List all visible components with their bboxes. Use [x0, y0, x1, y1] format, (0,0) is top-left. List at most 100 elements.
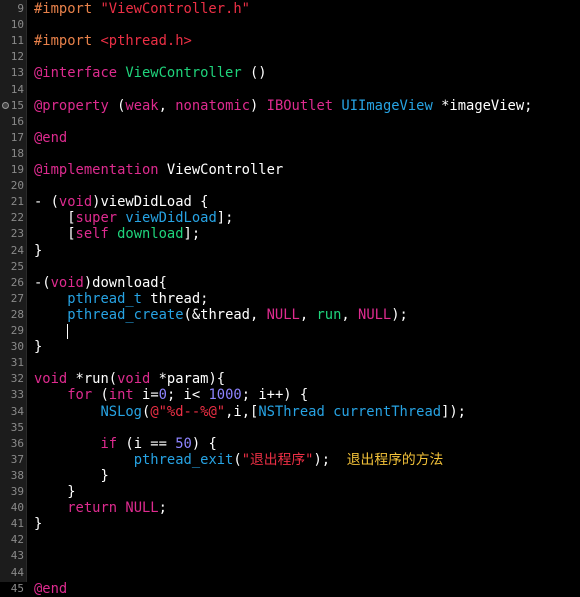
line-number: 11: [10, 34, 24, 48]
code-line[interactable]: 10: [0, 17, 580, 33]
code-line[interactable]: 45 @end: [0, 581, 580, 597]
code-line[interactable]: 21 - (void)viewDidLoad {: [0, 194, 580, 210]
code-line[interactable]: 40 return NULL;: [0, 500, 580, 516]
code-token: void: [117, 371, 151, 388]
code-line[interactable]: 9 #import "ViewController.h": [0, 1, 580, 17]
code-token: i=: [133, 387, 159, 404]
line-number: 34: [10, 404, 24, 418]
code-line[interactable]: 34 NSLog(@"%d--%@",i,[NSThread currentTh…: [0, 404, 580, 420]
code-token: NSLog: [100, 403, 142, 420]
code-line[interactable]: 42: [0, 532, 580, 548]
code-line[interactable]: 26 -(void)download{: [0, 275, 580, 291]
line-number: 42: [10, 533, 24, 547]
annotation-text: 退出程序的方法: [346, 451, 444, 468]
line-number: 29: [10, 324, 24, 337]
code-line[interactable]: 36 if (i == 50) {: [0, 436, 580, 452]
code-token: }: [34, 339, 43, 356]
code-line[interactable]: 28 pthread_create(&thread, NULL, run, NU…: [0, 307, 580, 323]
line-number: 10: [10, 18, 24, 32]
code-token: (&thread,: [183, 306, 267, 323]
code-token: int: [108, 387, 134, 404]
code-line[interactable]: 22 [super viewDidLoad];: [0, 210, 580, 226]
code-token: currentThread: [333, 403, 442, 420]
code-line[interactable]: 23 [self download];: [0, 226, 580, 242]
code-line[interactable]: 24}: [0, 243, 580, 259]
code-line[interactable]: 38 }: [0, 468, 580, 484]
line-number: 33: [10, 388, 24, 402]
code-line[interactable]: 33 for (int i=0; i< 1000; i++) {: [0, 387, 580, 403]
code-line[interactable]: 14: [0, 82, 580, 98]
code-text: [34, 323, 69, 339]
code-line[interactable]: 39 }: [0, 484, 580, 500]
code-token: )download{: [83, 274, 167, 291]
code-text: NSLog(@"%d--%@",i,[NSThread currentThrea…: [34, 404, 466, 420]
code-text: }: [34, 484, 75, 500]
code-token: ];: [216, 210, 234, 227]
code-line[interactable]: 12: [0, 49, 580, 65]
code-token: ViewController: [158, 162, 284, 178]
code-line[interactable]: 43: [0, 548, 580, 564]
code-token: pthread_t: [67, 290, 142, 307]
code-token: ; i++) {: [241, 387, 309, 404]
code-line[interactable]: 16: [0, 114, 580, 130]
line-number: 31: [10, 356, 24, 370]
line-number: 17: [10, 130, 24, 144]
code-text: }: [34, 516, 42, 532]
code-line[interactable]: 35: [0, 420, 580, 436]
code-line[interactable]: 31: [0, 355, 580, 371]
code-token: [: [34, 210, 76, 227]
code-line[interactable]: 19 @implementation ViewController: [0, 162, 580, 178]
code-text: pthread_exit("退出程序"); 退出程序的方法: [34, 451, 444, 468]
code-line[interactable]: 11 #import <pthread.h>: [0, 33, 580, 49]
code-token: (): [241, 65, 267, 82]
code-token: *run(: [67, 371, 118, 388]
code-line[interactable]: 17 @end: [0, 130, 580, 146]
code-token: ): [250, 97, 267, 114]
line-number: 43: [10, 549, 24, 563]
code-token: (: [108, 97, 126, 114]
code-line[interactable]: 29: [0, 323, 580, 339]
code-line[interactable]: 25: [0, 259, 580, 275]
code-text: [self download];: [34, 226, 200, 242]
line-number: 41: [10, 517, 24, 531]
breakpoint-indicator-icon[interactable]: [2, 101, 9, 109]
line-number: 39: [10, 485, 24, 498]
code-line[interactable]: 13 @interface ViewController (): [0, 65, 580, 81]
code-text: if (i == 50) {: [34, 435, 217, 452]
code-text: }: [34, 339, 42, 355]
code-token: ) {: [191, 435, 217, 452]
code-token: return: [67, 500, 118, 517]
code-line[interactable]: 44: [0, 565, 580, 581]
code-editor[interactable]: 9 #import "ViewController.h" 10 11 #import <…: [0, 0, 580, 597]
code-token: self: [75, 226, 109, 243]
line-number: 24: [10, 243, 24, 257]
code-token: ,: [158, 97, 176, 114]
code-token: );: [391, 306, 408, 323]
code-token: pthread_create: [67, 306, 184, 323]
code-token: thread;: [142, 290, 209, 307]
code-token: @property: [34, 97, 109, 114]
code-line[interactable]: 15 @property (weak, nonatomic) IBOutlet U…: [0, 98, 580, 114]
line-number: 9: [17, 2, 24, 15]
code-line[interactable]: 37 pthread_exit("退出程序"); 退出程序的方法: [0, 452, 580, 468]
code-token: if: [100, 435, 118, 452]
code-line[interactable]: 27 pthread_t thread;: [0, 291, 580, 307]
line-number: 23: [10, 227, 24, 241]
line-number: 44: [10, 565, 24, 579]
code-line[interactable]: 30}: [0, 339, 580, 355]
code-token: @end: [34, 580, 68, 597]
code-token: *imageView;: [432, 97, 533, 114]
code-line[interactable]: 41}: [0, 516, 580, 532]
code-token: - (: [34, 194, 59, 211]
code-line[interactable]: 20: [0, 178, 580, 194]
code-line[interactable]: 32 void *run(void *param){: [0, 371, 580, 387]
code-line[interactable]: 18: [0, 146, 580, 162]
code-text: return NULL;: [34, 500, 167, 516]
